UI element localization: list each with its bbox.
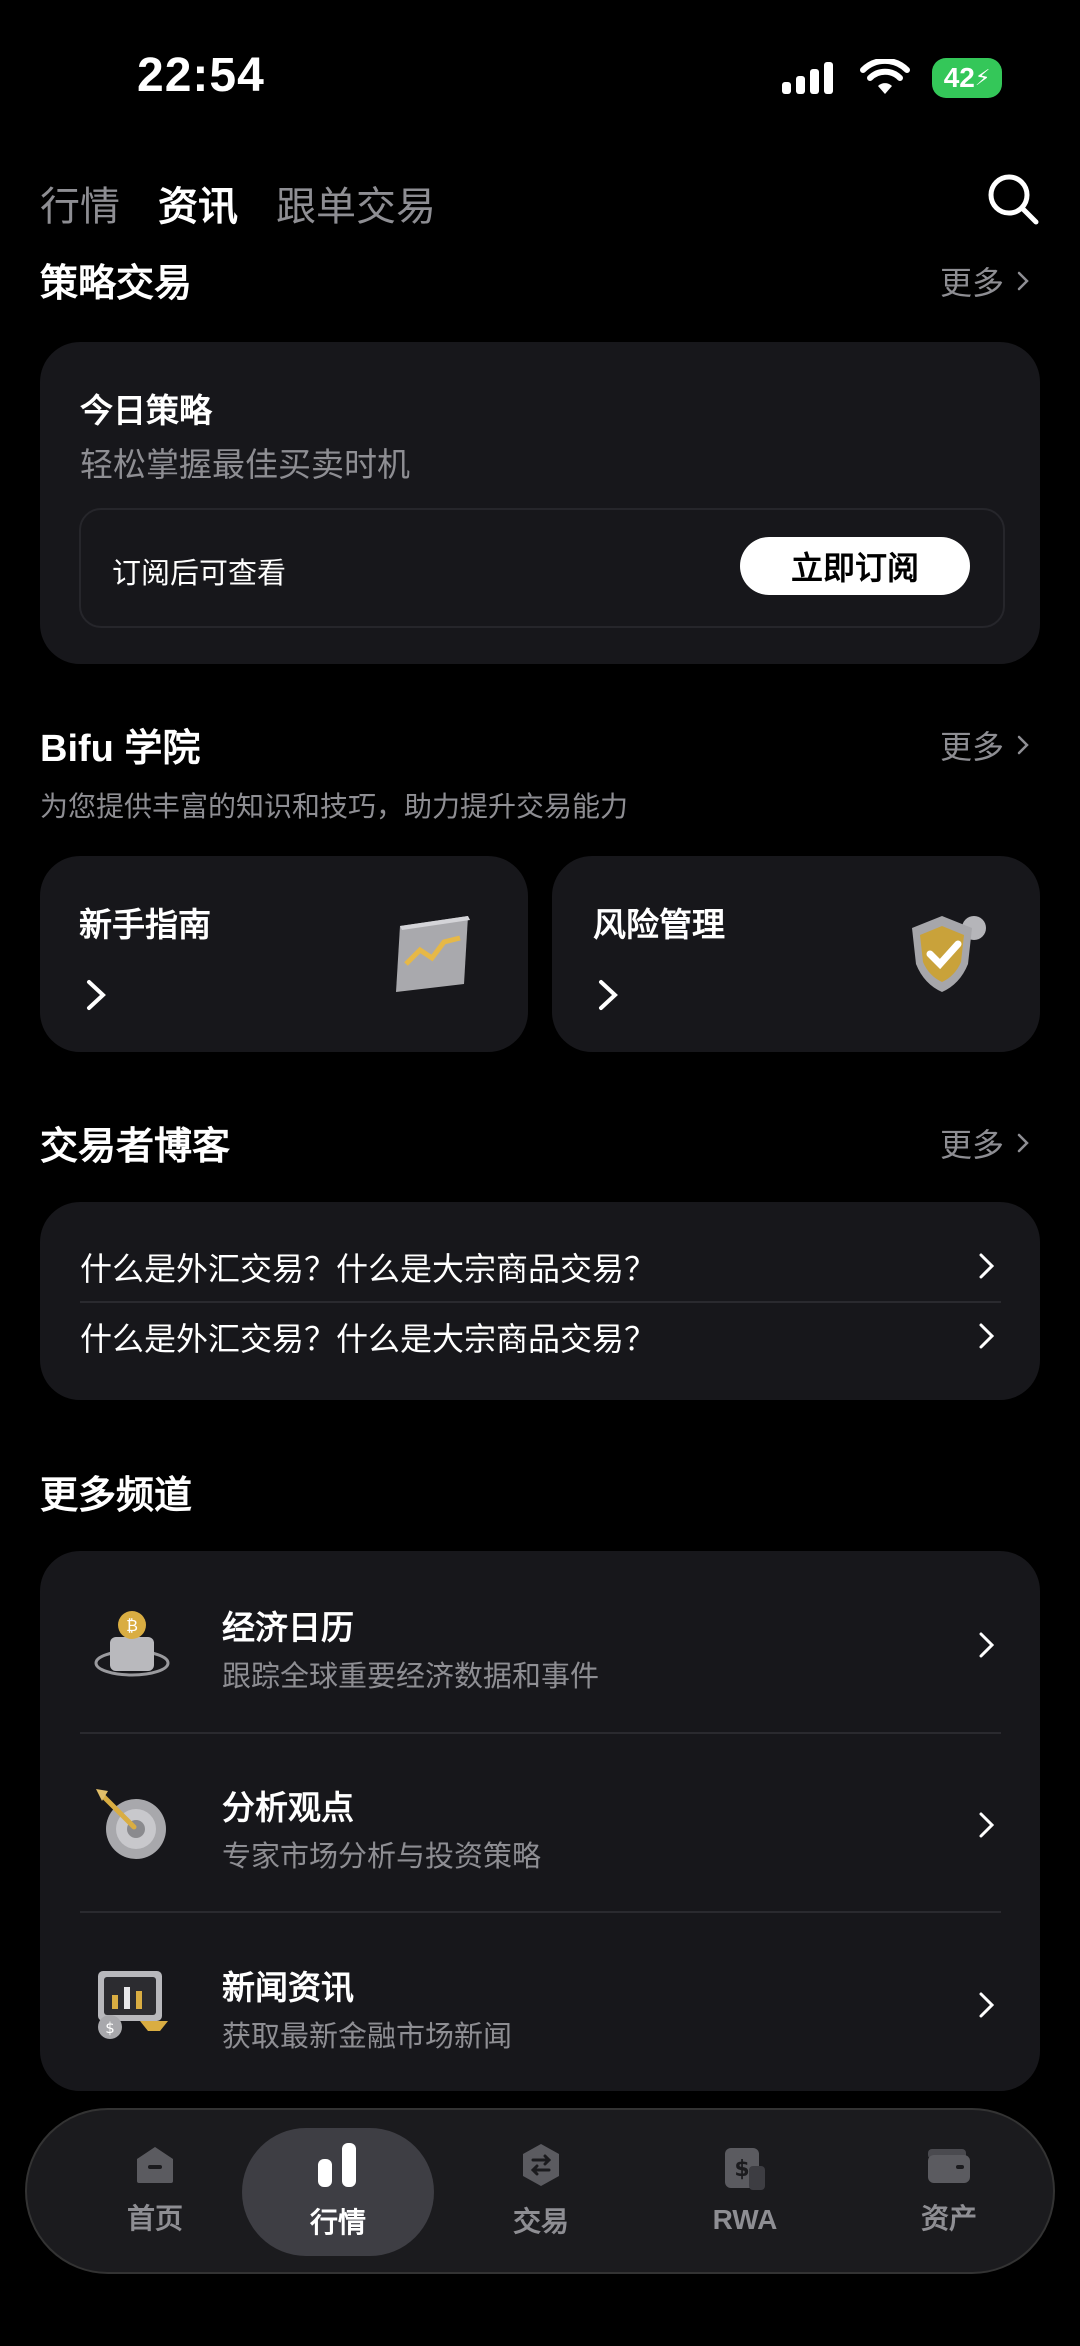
channel-subtitle: 专家市场分析与投资策略 (222, 1841, 542, 1873)
svg-text:$: $ (105, 2019, 115, 2037)
locked-content-box: 订阅后可查看 立即订阅 (79, 508, 1005, 628)
cellular-signal-icon (782, 62, 833, 94)
list-item[interactable]: 什么是外汇交易？什么是大宗商品交易？ (40, 1304, 1040, 1368)
channel-item-economic-calendar[interactable]: ₿ 经济日历 跟踪全球重要经济数据和事件 (40, 1581, 1040, 1731)
more-label: 更多 (939, 265, 1004, 301)
channel-title: 分析观点 (222, 1789, 354, 1826)
chevron-right-icon (87, 980, 106, 1010)
strategy-card-subtitle: 轻松掌握最佳买卖时机 (80, 446, 410, 483)
academy-subtitle: 为您提供丰富的知识和技巧，助力提升交易能力 (40, 791, 629, 822)
blog-more-link[interactable]: 更多 (940, 1120, 1034, 1166)
chevron-right-icon (1017, 735, 1029, 755)
channels-section-title: 更多频道 (40, 1475, 193, 1517)
svg-text:$: $ (734, 2157, 749, 2182)
channels-card: ₿ 经济日历 跟踪全球重要经济数据和事件 分析观点 专家市场分析与投资策略 $ (40, 1551, 1040, 2091)
subscribe-button[interactable]: 立即订阅 (740, 537, 970, 595)
target-dart-icon (96, 1789, 166, 1859)
channel-title: 新闻资讯 (222, 1969, 354, 2006)
nav-trade[interactable]: 交易 (441, 2110, 641, 2272)
tab-news[interactable]: 资讯 (158, 174, 238, 232)
search-button[interactable] (986, 172, 1040, 226)
academy-card-label: 新手指南 (79, 906, 211, 943)
chevron-right-icon (979, 1253, 995, 1279)
divider (80, 1911, 1001, 1913)
strategy-more-link[interactable]: 更多 (940, 258, 1034, 304)
top-tabs: 行情 资讯 跟单交易 (40, 174, 436, 232)
status-icons: 42 ⚡ (780, 58, 1002, 98)
academy-card-label: 风险管理 (593, 906, 725, 943)
nav-assets[interactable]: 资产 (849, 2110, 1049, 2272)
strategy-card: 今日策略 轻松掌握最佳买卖时机 订阅后可查看 立即订阅 (40, 342, 1040, 664)
wifi-icon (860, 59, 910, 94)
chevron-right-icon (979, 1323, 995, 1349)
wallet-icon (928, 2149, 970, 2183)
channel-subtitle: 获取最新金融市场新闻 (222, 2021, 513, 2053)
chart-board-icon (396, 916, 470, 992)
battery-indicator: 42 ⚡ (932, 58, 1002, 98)
nav-rwa[interactable]: $ RWA (645, 2110, 845, 2272)
shield-check-icon (912, 916, 986, 992)
blog-list-card: 什么是外汇交易？什么是大宗商品交易？ 什么是外汇交易？什么是大宗商品交易？ (40, 1202, 1040, 1400)
academy-card-beginner-guide[interactable]: 新手指南 (40, 856, 528, 1052)
status-time: 22:54 (137, 49, 265, 102)
channel-item-analysis[interactable]: 分析观点 专家市场分析与投资策略 (40, 1761, 1040, 1911)
news-board-icon: $ (98, 1971, 168, 2039)
nav-label: RWA (712, 2204, 778, 2235)
tab-market[interactable]: 行情 (40, 174, 120, 232)
chevron-right-icon (1017, 1133, 1029, 1153)
list-item[interactable]: 什么是外汇交易？什么是大宗商品交易？ (40, 1232, 1040, 1296)
chevron-right-icon (1017, 271, 1029, 291)
strategy-section-title: 策略交易 (40, 263, 193, 305)
svg-text:₿: ₿ (126, 1616, 138, 1635)
more-label: 更多 (939, 1127, 1004, 1163)
blog-section-title: 交易者博客 (40, 1126, 231, 1168)
exchange-icon (523, 2144, 559, 2186)
academy-more-link[interactable]: 更多 (940, 722, 1034, 768)
channel-item-news[interactable]: $ 新闻资讯 获取最新金融市场新闻 (40, 1941, 1040, 2091)
nav-label: 行情 (309, 2207, 366, 2238)
chevron-right-icon (979, 1812, 995, 1838)
divider (80, 1732, 1001, 1734)
battery-level: 42 (943, 62, 975, 93)
channel-subtitle: 跟踪全球重要经济数据和事件 (222, 1661, 600, 1693)
chevron-right-icon (979, 1632, 995, 1658)
blog-item-title: 什么是外汇交易？什么是大宗商品交易？ (80, 1321, 657, 1357)
market-bars-icon (318, 2143, 356, 2187)
chevron-right-icon (599, 980, 618, 1010)
divider (80, 1301, 1001, 1303)
chevron-right-icon (979, 1992, 995, 2018)
channel-title: 经济日历 (222, 1609, 354, 1646)
calendar-coin-icon: ₿ (94, 1611, 170, 1677)
academy-card-risk-management[interactable]: 风险管理 (552, 856, 1040, 1052)
more-label: 更多 (939, 729, 1004, 765)
nav-market[interactable]: 行情 (238, 2110, 438, 2272)
bottom-nav: 首页 行情 交易 $ RWA 资产 (25, 2108, 1055, 2274)
nav-label: 资产 (920, 2203, 977, 2234)
nav-label: 首页 (126, 2203, 183, 2234)
locked-content-text: 订阅后可查看 (112, 558, 287, 590)
dollar-doc-icon: $ (725, 2148, 765, 2190)
nav-label: 交易 (512, 2206, 569, 2237)
tab-copy-trading[interactable]: 跟单交易 (276, 174, 436, 232)
nav-home[interactable]: 首页 (55, 2110, 255, 2272)
strategy-card-title: 今日策略 (80, 392, 212, 429)
charging-bolt-icon: ⚡ (974, 65, 991, 90)
home-icon (137, 2147, 173, 2183)
blog-item-title: 什么是外汇交易？什么是大宗商品交易？ (80, 1251, 657, 1287)
search-icon (988, 174, 1039, 225)
academy-section-title: Bifu 学院 (40, 728, 201, 770)
